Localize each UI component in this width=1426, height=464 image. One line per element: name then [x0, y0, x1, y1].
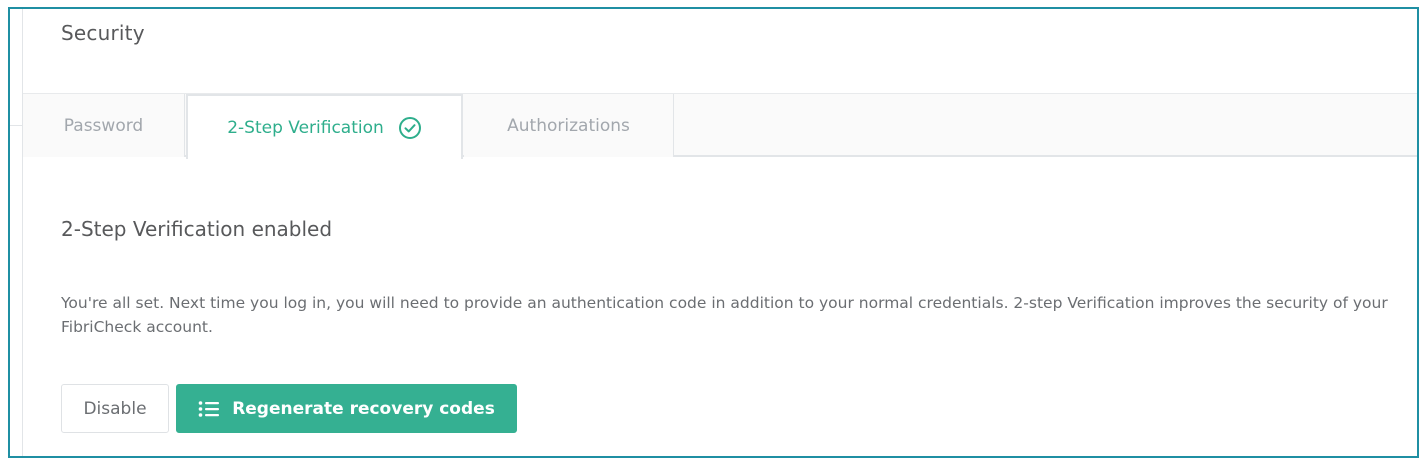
tab-2-step-verification[interactable]: 2-Step Verification [186, 94, 463, 159]
tab-password-label: Password [63, 115, 144, 136]
regenerate-button-label: Regenerate recovery codes [232, 398, 495, 419]
section-description: You're all set. Next time you log in, yo… [61, 294, 1388, 336]
tab-password[interactable]: Password [23, 94, 185, 157]
left-divider [10, 125, 22, 126]
regenerate-recovery-codes-button[interactable]: Regenerate recovery codes [176, 384, 517, 433]
disable-button-label: Disable [83, 398, 147, 419]
list-icon [198, 400, 220, 418]
check-circle-icon [398, 116, 422, 140]
tab-authorizations[interactable]: Authorizations [464, 94, 674, 157]
disable-button[interactable]: Disable [61, 384, 169, 433]
screenshot-frame: Security Password 2-Step Verification Au… [8, 7, 1419, 458]
card-title: Security [61, 21, 145, 45]
tab-bar: Password 2-Step Verification Authorizati… [23, 94, 1417, 159]
tab-2-step-verification-label: 2-Step Verification [227, 117, 384, 138]
tab-authorizations-label: Authorizations [507, 115, 630, 136]
section-heading: 2-Step Verification enabled [61, 217, 333, 241]
security-card: Security Password 2-Step Verification Au… [22, 9, 1417, 456]
